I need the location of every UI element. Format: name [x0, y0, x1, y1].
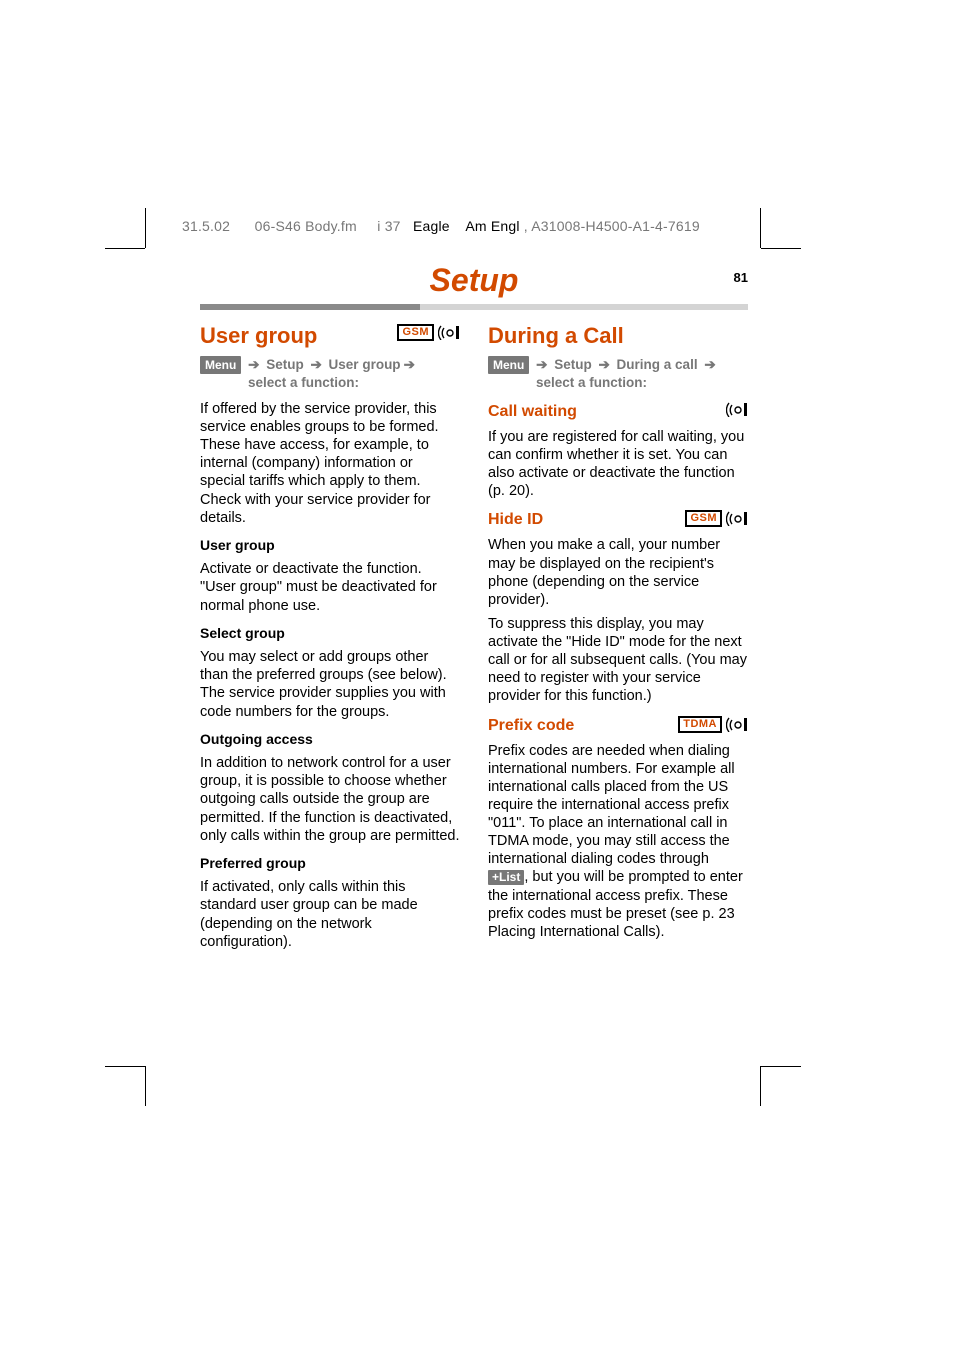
arrow-icon: ➔	[248, 357, 259, 372]
heading-prefix-code: Prefix code TDMA	[488, 716, 748, 736]
paragraph: You may select or add groups other than …	[200, 648, 460, 721]
heading-prefix-code-text: Prefix code	[488, 717, 574, 734]
nav-path-during-a-call: Menu ➔ Setup ➔ During a call ➔ select a …	[488, 356, 748, 392]
crop-mark	[145, 1066, 146, 1106]
arrow-icon: ➔	[598, 357, 609, 372]
title-rule	[200, 304, 748, 310]
heading-hide-id-text: Hide ID	[488, 511, 543, 528]
crop-mark	[760, 208, 761, 248]
arrow-icon: ➔	[704, 357, 715, 372]
header-sheet: i 37	[377, 218, 400, 234]
paragraph: If you are registered for call waiting, …	[488, 428, 748, 501]
paragraph: If activated, only calls within this sta…	[200, 878, 460, 951]
crop-mark	[105, 248, 145, 249]
heading-user-group-text: User group	[200, 323, 317, 348]
subheading-outgoing-access: Outgoing access	[200, 731, 460, 749]
heading-user-group: User group GSM	[200, 322, 460, 350]
heading-during-a-call: During a Call	[488, 322, 748, 350]
list-button[interactable]: +List	[488, 870, 524, 885]
prefix-text-a: Prefix codes are needed when dialing int…	[488, 743, 735, 868]
right-column: During a Call Menu ➔ Setup ➔ During a ca…	[488, 320, 748, 957]
header-metadata: 31.5.02 06-S46 Body.fm i 37 Eagle Am Eng…	[182, 218, 700, 234]
crop-mark	[761, 1066, 801, 1067]
network-icon	[726, 717, 748, 732]
header-date: 31.5.02	[182, 218, 230, 234]
prefix-text-b: , but you will be prompted to enter the …	[488, 869, 743, 939]
intro-paragraph: If offered by the service provider, this…	[200, 400, 460, 527]
network-icon	[438, 325, 460, 340]
page-title: Setup	[200, 262, 748, 299]
paragraph: Activate or deactivate the function. "Us…	[200, 560, 460, 614]
heading-call-waiting-text: Call waiting	[488, 403, 577, 420]
paragraph: When you make a call, your number may be…	[488, 536, 748, 609]
arrow-icon: ➔	[310, 357, 321, 372]
heading-hide-id: Hide ID GSM	[488, 510, 748, 530]
gsm-badge: GSM	[685, 510, 722, 527]
subheading-user-group: User group	[200, 537, 460, 555]
paragraph: To suppress this display, you may activa…	[488, 615, 748, 706]
heading-call-waiting: Call waiting	[488, 402, 748, 422]
arrow-icon: ➔	[536, 357, 547, 372]
network-icon	[726, 402, 748, 417]
gsm-badge: GSM	[397, 324, 434, 341]
paragraph-prefix: Prefix codes are needed when dialing int…	[488, 742, 748, 941]
nav-path-user-group: Menu ➔ Setup ➔ User group➔ select a func…	[200, 356, 460, 392]
arrow-icon: ➔	[404, 357, 415, 372]
nav-step: Setup	[554, 357, 592, 372]
network-icon	[726, 511, 748, 526]
nav-tail: select a function:	[248, 374, 460, 392]
nav-step: User group	[329, 357, 401, 372]
subheading-select-group: Select group	[200, 625, 460, 643]
menu-button[interactable]: Menu	[488, 356, 529, 374]
subheading-preferred-group: Preferred group	[200, 855, 460, 873]
crop-mark	[761, 248, 801, 249]
header-file: 06-S46 Body.fm	[255, 218, 357, 234]
left-column: User group GSM	[200, 320, 460, 957]
menu-button[interactable]: Menu	[200, 356, 241, 374]
header-lang: Am Engl	[465, 218, 519, 234]
tdma-badge: TDMA	[678, 716, 722, 733]
crop-mark	[760, 1066, 761, 1106]
nav-tail: select a function:	[536, 374, 748, 392]
nav-step: During a call	[617, 357, 698, 372]
crop-mark	[105, 1066, 145, 1067]
page-number: 81	[734, 270, 748, 285]
crop-mark	[145, 208, 146, 248]
heading-during-a-call-text: During a Call	[488, 323, 624, 348]
paragraph: In addition to network control for a use…	[200, 754, 460, 845]
header-project: Eagle	[413, 218, 450, 234]
nav-step: Setup	[266, 357, 304, 372]
header-docid: , A31008-H4500-A1-4-7619	[524, 218, 700, 234]
